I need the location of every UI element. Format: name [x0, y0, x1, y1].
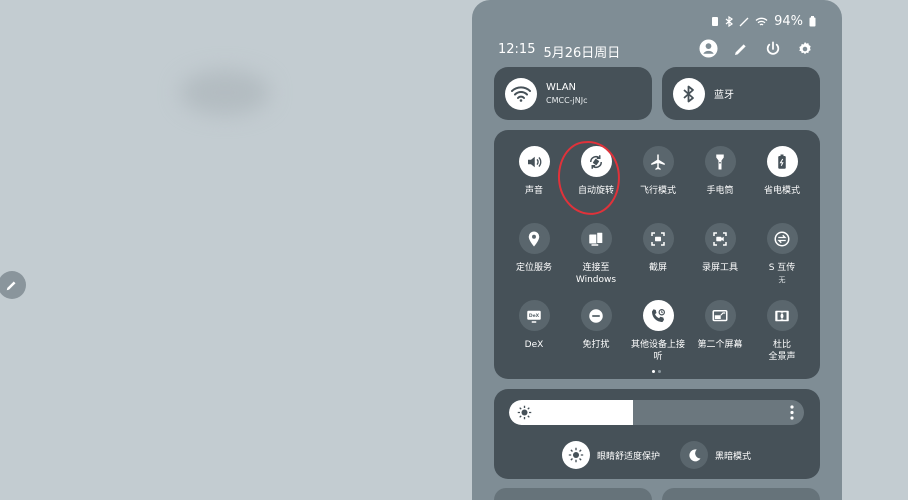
tile-label: 其他设备上接听 [630, 340, 685, 362]
auto-rotate-icon [580, 146, 612, 177]
dark-mode-toggle[interactable]: 黑暗模式 [680, 441, 751, 469]
tile-label: 录屏工具 [701, 263, 738, 273]
bottom-cards-peek [494, 488, 820, 500]
battery-saver-icon [766, 146, 798, 177]
brightness-card: 眼睛舒适度保护 黑暗模式 [494, 389, 820, 479]
volume-icon [518, 146, 550, 177]
second-screen-icon [704, 300, 736, 331]
power-button[interactable] [763, 39, 782, 58]
eye-comfort-toggle[interactable]: 眼睛舒适度保护 [562, 441, 660, 469]
tile-sublabel: 全景声 [768, 352, 796, 362]
battery-percentage: 94% [774, 14, 803, 29]
location-icon [518, 223, 550, 254]
tile-label: 第二个屏幕 [697, 340, 743, 350]
bluetooth-icon [673, 77, 705, 110]
mute-status-icon [739, 17, 749, 26]
pen-icon [6, 281, 16, 291]
date: 5月26日周日 [543, 46, 621, 61]
account-icon [699, 39, 718, 58]
background-blur [180, 70, 270, 115]
tile-call-other-devices[interactable]: 其他设备上接听 [627, 300, 689, 363]
eye-comfort-label: 眼睛舒适度保护 [597, 451, 661, 462]
pencil-icon [734, 43, 746, 55]
sim-icon [712, 17, 719, 26]
wlan-label: WLAN [546, 82, 577, 93]
tile-label: 连接至 [582, 263, 610, 273]
airplane-icon [642, 146, 674, 177]
tile-screen-record[interactable]: 录屏工具 [689, 223, 751, 274]
tile-label: 杜比 [772, 340, 791, 350]
tile-label: 省电模式 [763, 186, 800, 196]
gear-icon [798, 41, 811, 54]
tile-label: S 互传 [768, 263, 796, 273]
tile-label: 自动旋转 [577, 186, 614, 196]
eye-comfort-icon [562, 441, 590, 469]
dark-mode-label: 黑暗模式 [715, 451, 752, 462]
clock: 12:15 [498, 42, 536, 57]
header-actions [699, 39, 814, 58]
tile-label: 截屏 [648, 263, 667, 273]
tile-sublabel: Windows [575, 275, 617, 285]
wifi-icon [505, 77, 537, 110]
do-not-disturb-icon [580, 300, 612, 331]
tile-label: 飞行模式 [639, 186, 676, 196]
svg-text:DeX: DeX [529, 313, 540, 319]
tile-sublabel: 无 [778, 276, 786, 284]
brightness-icon [517, 405, 532, 420]
page-indicator [652, 370, 661, 373]
account-button[interactable] [699, 39, 718, 58]
date-time: 12:15 5月26日周日 [498, 42, 620, 61]
bluetooth-status-icon [725, 16, 734, 27]
quick-share-icon [766, 223, 798, 254]
edge-panel-pen-button[interactable] [0, 271, 26, 299]
wifi-status-icon [755, 17, 768, 26]
quick-settings-panel: 94% 12:15 5月26日周日 WLAN CMCC-jNJc 蓝牙 声音 自… [472, 0, 842, 500]
tile-link-to-windows[interactable]: 连接至 Windows [565, 223, 627, 286]
tile-location[interactable]: 定位服务 [503, 223, 565, 274]
edit-button[interactable] [731, 39, 750, 58]
tile-auto-rotate[interactable]: 自动旋转 [565, 146, 627, 197]
tile-second-screen[interactable]: 第二个屏幕 [689, 300, 751, 351]
brightness-slider[interactable] [509, 400, 804, 425]
status-bar: 94% [711, 14, 816, 29]
moon-icon [680, 441, 709, 469]
tile-label: 手电筒 [706, 186, 734, 196]
tile-quick-share[interactable]: S 互传无 [751, 223, 813, 286]
wlan-card[interactable]: WLAN CMCC-jNJc [494, 67, 652, 120]
link-to-windows-icon [580, 223, 612, 254]
dolby-icon [766, 300, 798, 331]
tile-do-not-disturb[interactable]: 免打扰 [565, 300, 627, 351]
call-other-devices-icon [642, 300, 674, 331]
tile-airplane[interactable]: 飞行模式 [627, 146, 689, 197]
tile-screenshot[interactable]: 截屏 [627, 223, 689, 274]
tile-volume[interactable]: 声音 [503, 146, 565, 197]
bluetooth-label: 蓝牙 [714, 90, 734, 101]
settings-button[interactable] [795, 39, 814, 58]
tile-flashlight[interactable]: 手电筒 [689, 146, 751, 197]
tile-label: DeX [524, 340, 544, 350]
battery-icon [809, 16, 816, 27]
tile-dolby[interactable]: 杜比 全景声 [751, 300, 813, 363]
dex-icon: DeX [518, 300, 550, 331]
tile-label: 声音 [524, 186, 543, 196]
power-icon [766, 40, 779, 55]
tile-label: 定位服务 [515, 263, 552, 273]
tile-dex[interactable]: DeX DeX [503, 300, 565, 351]
bluetooth-card[interactable]: 蓝牙 [662, 67, 820, 120]
screenshot-icon [642, 223, 674, 254]
flashlight-icon [704, 146, 736, 177]
more-options-icon[interactable] [790, 405, 794, 420]
screen-record-icon [704, 223, 736, 254]
tile-battery-saver[interactable]: 省电模式 [751, 146, 813, 197]
tile-label: 免打扰 [582, 340, 610, 350]
wlan-network-name: CMCC-jNJc [546, 96, 588, 105]
quick-toggle-grid: 声音 自动旋转 飞行模式 手电筒 省电模式定位服务 连接至 Windows 截屏 录屏工具 S 互… [494, 130, 820, 379]
